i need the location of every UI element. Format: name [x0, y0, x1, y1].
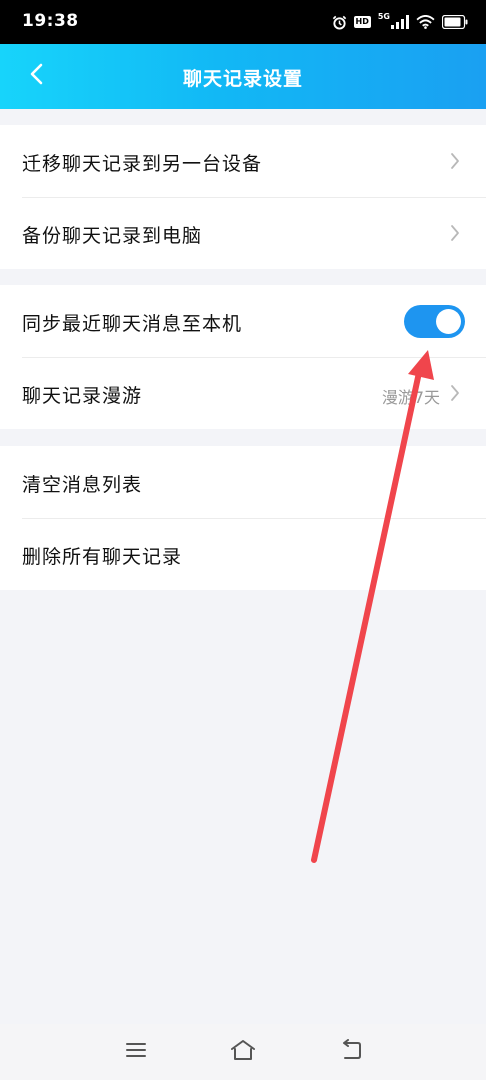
home-button[interactable]: [228, 1038, 258, 1066]
setting-row-migrate-to-device[interactable]: 迁移聊天记录到另一台设备: [0, 125, 486, 197]
menu-icon: [125, 1041, 147, 1063]
status-time: 19:38: [22, 11, 79, 31]
hd-icon: HD: [353, 16, 371, 28]
home-icon: [230, 1039, 256, 1065]
sync-recent-messages-toggle[interactable]: [404, 305, 465, 338]
toggle-knob: [436, 309, 461, 334]
setting-label: 删除所有聊天记录: [22, 546, 183, 568]
setting-row-chat-roaming[interactable]: 聊天记录漫游 漫游7天: [0, 357, 486, 429]
setting-label: 迁移聊天记录到另一台设备: [22, 153, 263, 175]
setting-label: 备份聊天记录到电脑: [22, 225, 203, 247]
setting-label: 清空消息列表: [22, 474, 143, 496]
chevron-right-icon: [450, 152, 460, 170]
setting-label: 聊天记录漫游: [22, 385, 143, 407]
network-type-label: 5G: [377, 12, 390, 21]
setting-label: 同步最近聊天消息至本机: [22, 313, 243, 335]
alarm-icon: [332, 15, 347, 30]
page-title: 聊天记录设置: [182, 68, 303, 90]
setting-row-backup-to-pc[interactable]: 备份聊天记录到电脑: [0, 197, 486, 269]
title-bar: 聊天记录设置: [0, 44, 486, 109]
settings-group-clear: 清空消息列表 删除所有聊天记录: [0, 446, 486, 590]
chevron-right-icon: [450, 224, 460, 242]
setting-row-sync-recent-messages: 同步最近聊天消息至本机: [0, 285, 486, 357]
battery-icon: [442, 15, 468, 29]
signal-icon: [391, 15, 409, 29]
back-icon: [339, 1039, 363, 1065]
settings-group-sync: 同步最近聊天消息至本机 聊天记录漫游 漫游7天: [0, 285, 486, 429]
chevron-right-icon: [450, 384, 460, 402]
setting-row-delete-all-history[interactable]: 删除所有聊天记录: [0, 518, 486, 590]
status-icons: HD 5G: [332, 10, 468, 34]
setting-row-clear-message-list[interactable]: 清空消息列表: [0, 446, 486, 518]
nav-back-button[interactable]: [336, 1038, 366, 1066]
wifi-icon: [416, 15, 435, 29]
roaming-value: 漫游7天: [381, 388, 440, 407]
system-nav-bar: [0, 1024, 486, 1080]
menu-button[interactable]: [121, 1038, 151, 1066]
status-bar: 19:38 HD 5G: [0, 0, 486, 44]
settings-group-migration: 迁移聊天记录到另一台设备 备份聊天记录到电脑: [0, 125, 486, 269]
